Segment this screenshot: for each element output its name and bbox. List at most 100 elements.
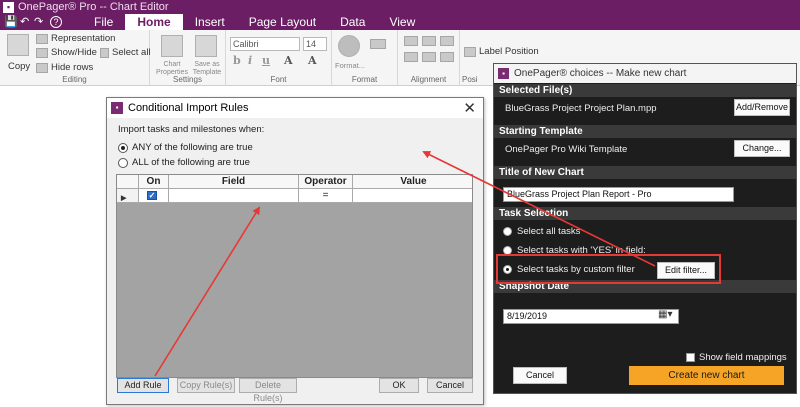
grid-header-operator[interactable]: Operator [299,175,353,189]
template-name: OnePager Pro Wiki Template [505,144,628,155]
ribbon-group-label: Settings [173,75,202,84]
row-header[interactable]: ▶ [117,189,139,203]
copy-rule-button[interactable]: Copy Rule(s) [177,378,235,393]
font-family-select[interactable]: Calibri [230,37,300,51]
ribbon-group-format: Format... Format [332,30,398,86]
cell-on[interactable]: ✓ [139,189,169,203]
align-bottom-icon[interactable] [440,52,454,62]
onepager-choices-dialog: ▪ OnePager® choices -- Make new chart Se… [493,63,797,394]
radio-any-indicator[interactable] [118,142,128,153]
copy-button[interactable]: Copy [8,61,30,72]
align-right-icon[interactable] [440,36,454,46]
edit-filter-button[interactable]: Edit filter... [657,262,715,279]
font-color-icon[interactable]: A [284,54,293,67]
radio-all[interactable]: ALL of the following are true [118,157,250,168]
ribbon-group-editing: Copy Representation Show/Hide Select all… [0,30,151,86]
ribbon-group-label: Format [351,75,378,84]
align-middle-icon[interactable] [422,52,436,62]
radio-any[interactable]: ANY of the following are true [118,142,253,153]
close-icon[interactable]: ✕ [463,99,476,117]
font-size-select[interactable]: 14 [303,37,327,51]
dialog-app-icon: ▪ [498,68,509,79]
menu-data[interactable]: Data [328,14,377,30]
copy-icon [7,34,29,56]
redo-icon[interactable]: ↷ [34,16,43,29]
cell-operator[interactable]: = [299,189,353,203]
grid-header-field[interactable]: Field [169,175,299,189]
delete-rule-button[interactable]: Delete Rule(s) [239,378,297,403]
ribbon-group-label: Editing [62,75,87,84]
highlight-icon[interactable]: A [308,54,317,67]
main-menu: File Home Insert Page Layout Data View [82,14,427,30]
grid-header-row: On Field Operator Value [117,175,472,189]
grid-header-corner [117,175,139,189]
dialog-title-bar: ▪ Conditional Import Rules ✕ [107,98,483,118]
show-hide-button[interactable]: Show/Hide [36,47,97,58]
label-position-icon [464,46,476,57]
format-button[interactable]: Format... [335,61,365,70]
rules-grid: On Field Operator Value ▶ ✓ = [116,174,473,378]
radio-select-custom-filter[interactable]: Select tasks by custom filter [503,264,635,275]
align-center-icon[interactable] [422,36,436,46]
underline-button[interactable]: u [262,54,270,67]
help-icon[interactable]: ? [50,16,62,28]
cell-field[interactable] [169,189,299,203]
ribbon-group-label: Alignment [410,75,447,84]
label-position-button[interactable]: Label Position [464,46,539,57]
bold-button[interactable]: b [233,54,241,67]
dialog-title: Conditional Import Rules [128,102,249,114]
format-icon [338,35,360,57]
cell-value[interactable] [353,189,472,203]
hide-rows-icon [36,62,48,73]
radio-select-yes-tasks[interactable]: Select tasks with 'YES' in field: [503,245,646,256]
representation-button[interactable]: Representation [36,33,115,44]
dialog-title-bar: ▪ OnePager® choices -- Make new chart [494,64,796,83]
ok-button[interactable]: OK [379,378,419,393]
section-title-new-chart: Title of New Chart [494,166,796,179]
menu-file[interactable]: File [82,14,125,30]
ribbon-group-font: Calibri 14 b i u A A Font [226,30,332,86]
radio-all-indicator[interactable] [118,157,128,168]
italic-button[interactable]: i [248,54,252,67]
radio-select-all-tasks[interactable]: Select all tasks [503,226,580,237]
grid-header-value[interactable]: Value [353,175,472,189]
rule-enabled-checkbox[interactable]: ✓ [147,191,157,200]
chart-title-input[interactable]: BlueGrass Project Plan Report - Pro [503,187,734,202]
row-pointer-icon: ▶ [121,195,127,202]
hide-rows-button[interactable]: Hide rows [36,62,93,73]
radio-indicator[interactable] [503,227,512,236]
radio-indicator[interactable] [503,265,512,274]
show-field-mappings-checkbox[interactable] [686,353,695,362]
fill-color-icon[interactable] [370,39,386,49]
align-top-icon[interactable] [404,52,418,62]
menu-insert[interactable]: Insert [183,14,237,30]
cancel-button[interactable]: Cancel [427,378,473,393]
onepager-logo-icon: ▪ [3,2,14,13]
label-position-label: Label Position [479,46,539,57]
change-template-button[interactable]: Change... [734,140,790,157]
radio-indicator[interactable] [503,246,512,255]
undo-icon[interactable]: ↶ [20,16,29,29]
save-icon[interactable]: 💾 [4,16,18,29]
grid-header-on[interactable]: On [139,175,169,189]
menu-page-layout[interactable]: Page Layout [237,14,328,30]
table-row[interactable]: ▶ ✓ = [117,189,472,203]
show-field-mappings-option[interactable]: Show field mappings [686,352,787,363]
create-new-chart-button[interactable]: Create new chart [629,366,784,385]
align-left-icon[interactable] [404,36,418,46]
selected-file-name: BlueGrass Project Project Plan.mpp [505,103,657,114]
add-rule-button[interactable]: Add Rule [117,378,169,393]
select-all-button[interactable]: Select all [100,47,151,58]
chart-properties-icon [161,35,183,57]
calendar-dropdown-icon[interactable]: ▦▾ [658,309,672,320]
cancel-new-chart-button[interactable]: Cancel [513,367,567,384]
radio-all-label: ALL of the following are true [132,157,250,168]
show-hide-icon [36,47,48,58]
menu-home[interactable]: Home [125,14,183,30]
snapshot-date-input[interactable]: 8/19/2019 [503,309,679,324]
conditional-import-rules-dialog: ▪ Conditional Import Rules ✕ Import task… [106,97,484,405]
add-remove-button[interactable]: Add/Remove [734,99,790,116]
menu-view[interactable]: View [377,14,427,30]
import-prompt: Import tasks and milestones when: [118,124,265,135]
window-title: OnePager® Pro -- Chart Editor [18,1,169,13]
